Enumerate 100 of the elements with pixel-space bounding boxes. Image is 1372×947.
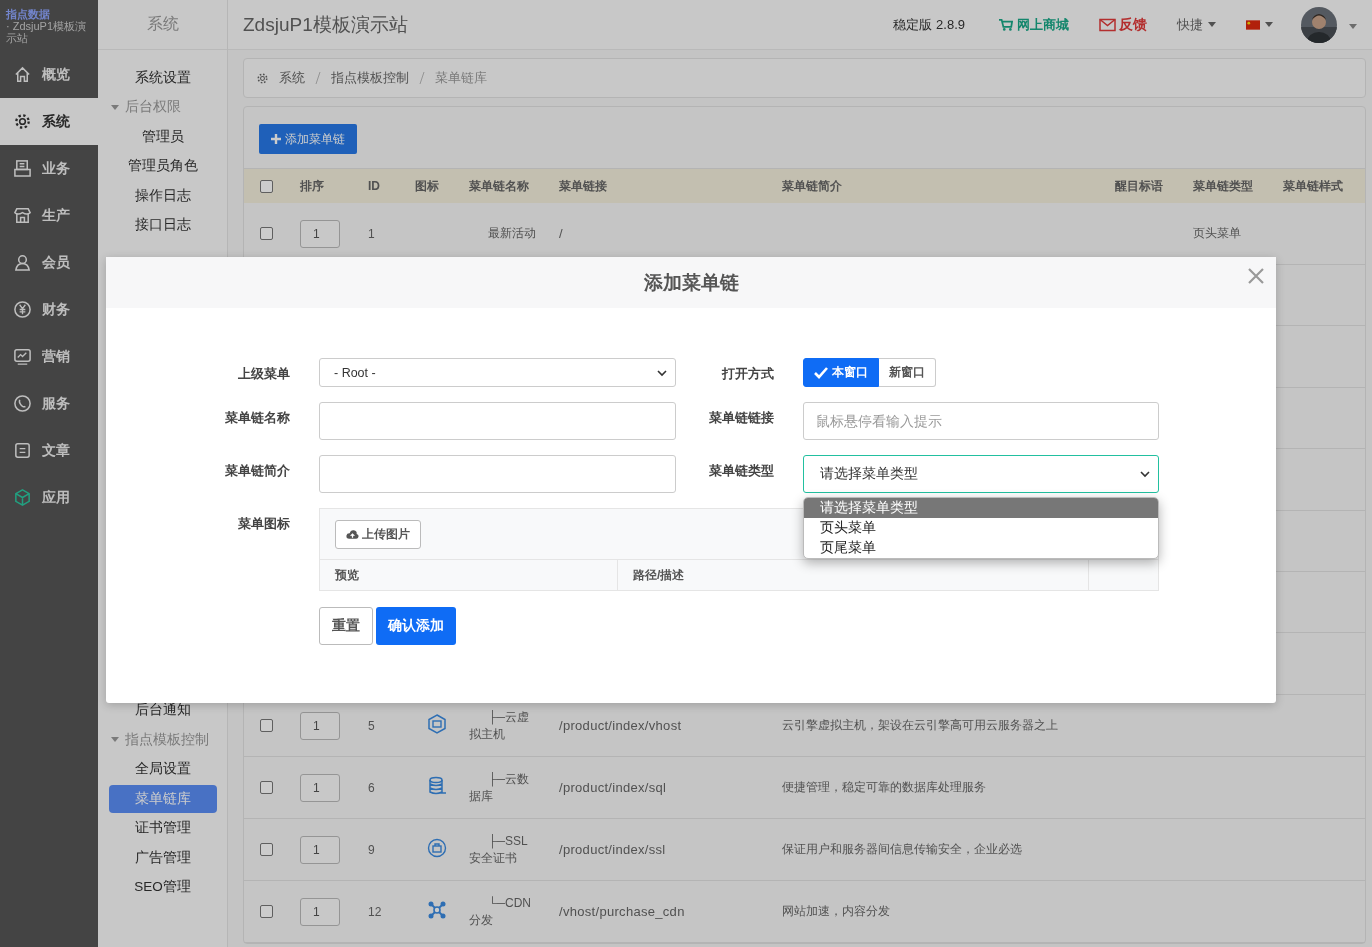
feedback-link[interactable]: 反馈 bbox=[1099, 15, 1147, 34]
field-label: 菜单链名称 bbox=[224, 409, 290, 427]
submenu-item[interactable]: 广告管理 bbox=[108, 843, 217, 872]
input-field[interactable] bbox=[319, 455, 676, 493]
table-cell-text: 页头菜单 bbox=[1192, 225, 1242, 242]
nav-item[interactable]: 生产 bbox=[0, 192, 98, 239]
column-header: 路径/描述 bbox=[618, 560, 1089, 590]
site-title: ZdsjuP1模板演示站 bbox=[243, 12, 409, 37]
field-label: 菜单链类型 bbox=[708, 462, 774, 480]
checkbox[interactable] bbox=[259, 719, 273, 732]
version-label: 稳定版 2.8.9 bbox=[893, 15, 965, 34]
document-icon bbox=[13, 441, 32, 460]
table-cell-text: /product/index/vhost bbox=[558, 718, 683, 733]
submit-button[interactable]: 确认添加 bbox=[376, 607, 456, 645]
nav-item[interactable]: 系统 bbox=[0, 98, 98, 145]
table-cell-text: 保证用户和服务器间信息传输安全，企业必选 bbox=[781, 841, 1023, 858]
field-label: 菜单图标 bbox=[237, 515, 290, 533]
database-icon bbox=[427, 776, 447, 796]
checkbox[interactable] bbox=[259, 905, 273, 918]
submenu-item[interactable]: 证书管理 bbox=[108, 814, 217, 843]
table-cell-text: 最新活动 bbox=[487, 225, 537, 242]
caret-icon bbox=[111, 104, 119, 110]
nav-item[interactable]: 会员 bbox=[0, 239, 98, 286]
column-header: 预览 bbox=[320, 560, 618, 590]
submenu-item[interactable]: 菜单链库 bbox=[108, 784, 217, 813]
flag-icon bbox=[1246, 19, 1260, 30]
nav-item[interactable]: 服务 bbox=[0, 380, 98, 427]
table-cell-text: 9 bbox=[367, 842, 376, 857]
badge-icon bbox=[427, 838, 447, 858]
table-cell-text: 便捷管理，稳定可靠的数据库处理服务 bbox=[781, 779, 987, 796]
caret-icon bbox=[1265, 22, 1273, 27]
dropdown-option[interactable]: 页尾菜单 bbox=[804, 538, 1158, 558]
submenu-item[interactable]: 操作日志 bbox=[108, 181, 217, 210]
submenu-item[interactable]: 管理员 bbox=[115, 122, 210, 151]
sort-field[interactable]: 1 bbox=[300, 835, 340, 864]
field-label: 打开方式 bbox=[720, 365, 774, 383]
sort-field[interactable]: 1 bbox=[300, 773, 340, 802]
submenu-item[interactable]: 系统设置 bbox=[108, 63, 217, 92]
dropdown-option[interactable]: 页头菜单 bbox=[804, 518, 1158, 538]
sort-field[interactable]: 1 bbox=[300, 711, 340, 740]
submenu-item[interactable]: SEO管理 bbox=[108, 873, 217, 902]
table-cell-text: 网站加速，内容分发 bbox=[781, 903, 891, 920]
table-cell-text: 5 bbox=[367, 718, 376, 733]
checkbox[interactable] bbox=[259, 227, 273, 240]
table-cell-text: 12 bbox=[367, 904, 383, 919]
envelope-icon bbox=[1099, 17, 1116, 32]
nav-item[interactable]: 财务 bbox=[0, 286, 98, 333]
type-select[interactable]: 请选择菜单类型 bbox=[803, 455, 1159, 493]
window-option[interactable]: 新窗口 bbox=[879, 358, 936, 387]
home-icon bbox=[13, 65, 32, 84]
chevron-icon bbox=[1140, 469, 1150, 479]
chart-icon bbox=[13, 347, 32, 366]
parent-select[interactable]: - Root - bbox=[319, 358, 676, 387]
input-field[interactable]: 鼠标悬停看输入提示 bbox=[803, 402, 1159, 440]
language-menu[interactable] bbox=[1246, 19, 1273, 30]
store-icon bbox=[13, 206, 32, 225]
field-label: 菜单链简介 bbox=[224, 462, 290, 480]
table-cell-text: 1 bbox=[367, 226, 376, 241]
table-cell-text: ├─SSL安全证书 bbox=[468, 832, 529, 867]
table-cell-text: └─CDN分发 bbox=[468, 894, 532, 929]
breadcrumb-link[interactable]: 指点模板控制 bbox=[331, 69, 409, 87]
caret-icon bbox=[1349, 24, 1357, 29]
table-cell-text: 云引擎虚拟主机，架设在云引擎高可用云服务器之上 bbox=[781, 717, 1059, 734]
sort-field[interactable]: 1 bbox=[300, 219, 340, 248]
nav-item[interactable]: 业务 bbox=[0, 145, 98, 192]
checkbox[interactable] bbox=[259, 179, 273, 193]
add-button[interactable]: 添加菜单链 bbox=[259, 124, 357, 154]
nav-item[interactable]: 文章 bbox=[0, 427, 98, 474]
input-field[interactable] bbox=[319, 402, 676, 440]
yen-icon bbox=[13, 300, 32, 319]
separator-icon bbox=[419, 72, 425, 84]
submenu-item[interactable]: 全局设置 bbox=[108, 755, 217, 784]
reset-button[interactable]: 重置 bbox=[319, 607, 373, 645]
submenu-item[interactable]: 管理员角色 bbox=[101, 152, 224, 181]
field-label: 上级菜单 bbox=[237, 365, 290, 383]
table-cell-text: 6 bbox=[367, 780, 376, 795]
column-header: 菜单链简介 bbox=[781, 177, 843, 195]
shortcuts-menu[interactable]: 快捷 bbox=[1177, 15, 1216, 34]
plus-icon bbox=[271, 134, 281, 144]
nav-item[interactable]: 概览 bbox=[0, 51, 98, 98]
window-option[interactable]: 本窗口 bbox=[803, 358, 879, 387]
table-cell-text: / bbox=[558, 226, 564, 241]
upload-button[interactable]: 上传图片 bbox=[335, 519, 421, 549]
settings-icon bbox=[256, 71, 269, 85]
caret-icon bbox=[111, 737, 119, 743]
cloud-upload-icon bbox=[346, 528, 359, 540]
column-header: 排序 bbox=[299, 177, 325, 195]
sort-field[interactable]: 1 bbox=[300, 897, 340, 926]
close-icon[interactable] bbox=[1246, 266, 1266, 286]
dropdown-option[interactable]: 请选择菜单类型 bbox=[804, 498, 1158, 518]
nav-item[interactable]: 营销 bbox=[0, 333, 98, 380]
checkbox[interactable] bbox=[259, 781, 273, 794]
checkbox[interactable] bbox=[259, 843, 273, 856]
table-cell-text: /product/index/ssl bbox=[558, 842, 667, 857]
cube-icon bbox=[13, 488, 32, 507]
breadcrumb-link[interactable]: 系统 bbox=[279, 69, 305, 87]
nav-item[interactable]: 应用 bbox=[0, 474, 98, 521]
table-cell-text: /product/index/sql bbox=[558, 780, 668, 795]
column-header: 醒目标语 bbox=[1114, 177, 1164, 195]
submenu-item[interactable]: 接口日志 bbox=[108, 211, 217, 240]
